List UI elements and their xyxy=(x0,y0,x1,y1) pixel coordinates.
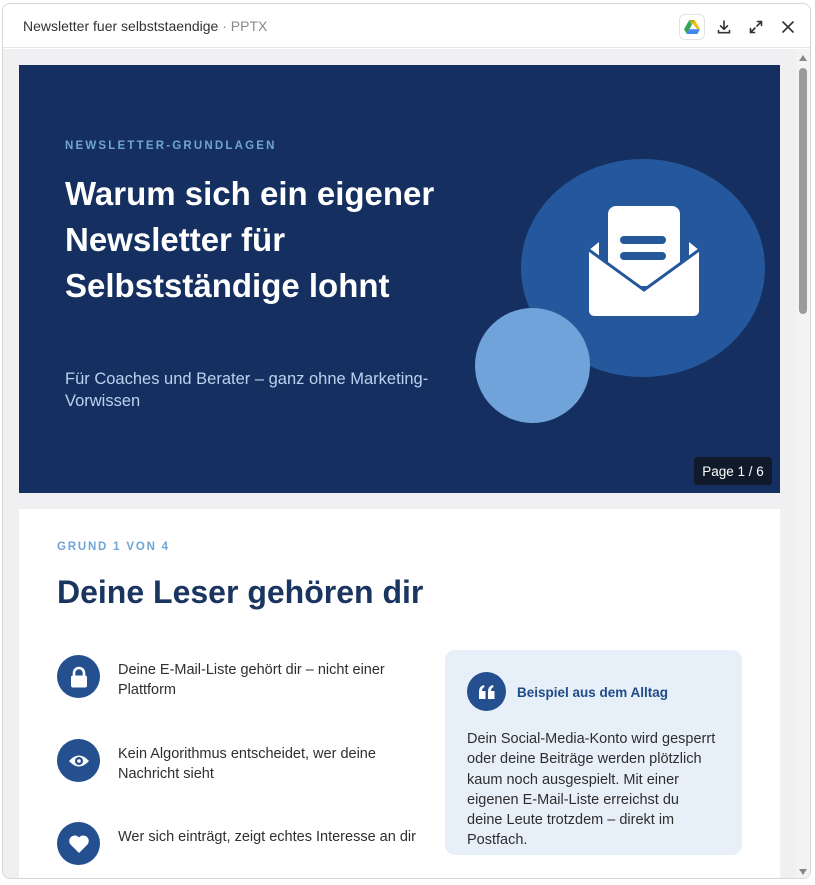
file-type: PPTX xyxy=(230,18,268,34)
eye-icon xyxy=(57,739,100,782)
decorative-circle-small xyxy=(475,308,590,423)
reason-text: Kein Algorithmus entscheidet, wer deine … xyxy=(118,746,376,782)
reason-item: Deine E-Mail-Liste gehört dir – nicht ei… xyxy=(57,655,427,705)
slide-1-subtitle: Für Coaches und Berater – ganz ohne Mark… xyxy=(65,370,429,410)
fullscreen-button[interactable] xyxy=(743,14,769,40)
preview-window: Newsletter fuer selbststaendige · PPTX N… xyxy=(2,3,811,879)
open-in-drive-button[interactable] xyxy=(679,14,705,40)
scroll-down-arrow-icon[interactable] xyxy=(799,869,807,875)
slide-1-title: Warum sich ein eigener Newsletter für Se… xyxy=(65,175,435,304)
page-indicator: Page 1 / 6 xyxy=(694,457,772,485)
reason-text: Wer sich einträgt, zeigt echtes Interess… xyxy=(118,829,416,845)
close-icon xyxy=(782,21,794,33)
download-icon xyxy=(717,20,731,34)
file-name: Newsletter fuer selbststaendige xyxy=(23,18,219,34)
vertical-scrollbar[interactable] xyxy=(796,49,810,878)
google-drive-icon xyxy=(684,20,700,34)
reason-item: Wer sich einträgt, zeigt echtes Interess… xyxy=(57,822,427,872)
example-card-title: Beispiel aus dem Alltag xyxy=(517,685,669,700)
slide-2-title: Deine Leser gehören dir xyxy=(57,574,424,610)
example-card: Beispiel aus dem Alltag Dein Social-Medi… xyxy=(445,650,742,855)
reason-item: Kein Algorithmus entscheidet, wer deine … xyxy=(57,739,427,789)
scrollbar-thumb[interactable] xyxy=(799,68,807,314)
slide-1: NEWSLETTER-GRUNDLAGEN Warum sich ein eig… xyxy=(19,65,780,493)
heart-icon xyxy=(57,822,100,865)
slide-2-kicker: GRUND 1 VON 4 xyxy=(57,541,170,553)
scroll-up-arrow-icon[interactable] xyxy=(799,55,807,61)
file-separator: · xyxy=(222,18,227,34)
download-button[interactable] xyxy=(711,14,737,40)
close-button[interactable] xyxy=(775,14,801,40)
example-card-body: Dein Social-Media-Konto wird gesperrt od… xyxy=(467,731,716,849)
quote-icon xyxy=(467,672,506,711)
slide-viewer[interactable]: NEWSLETTER-GRUNDLAGEN Warum sich ein eig… xyxy=(3,49,810,878)
slide-2: GRUND 1 VON 4 Deine Leser gehören dir De… xyxy=(19,509,780,878)
envelope-newsletter-icon xyxy=(588,206,700,316)
reason-text: Deine E-Mail-Liste gehört dir – nicht ei… xyxy=(118,662,385,698)
lock-icon xyxy=(57,655,100,698)
file-title: Newsletter fuer selbststaendige · PPTX xyxy=(23,18,267,34)
slide-1-kicker: NEWSLETTER-GRUNDLAGEN xyxy=(65,140,277,152)
title-bar: Newsletter fuer selbststaendige · PPTX xyxy=(3,4,810,48)
expand-icon xyxy=(749,20,763,34)
